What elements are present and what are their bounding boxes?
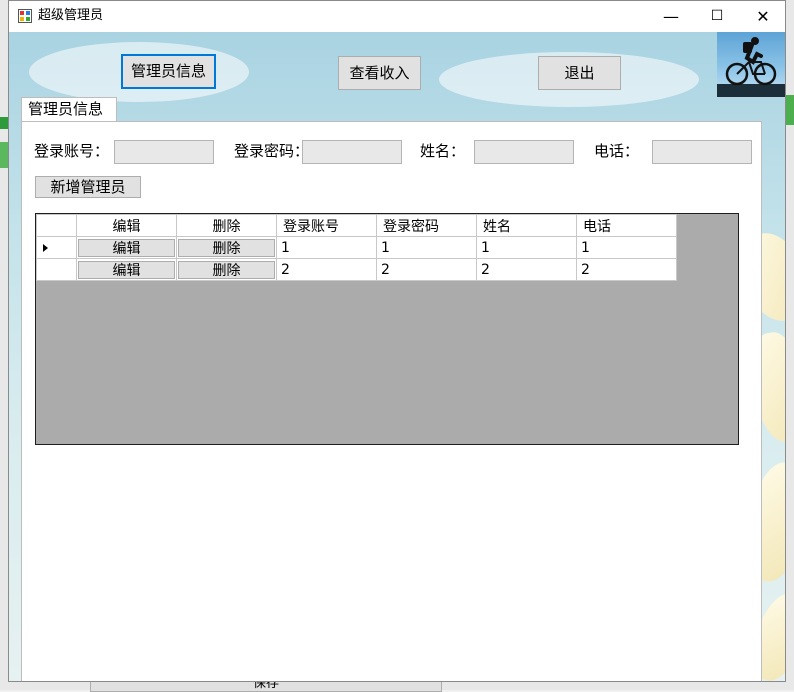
- current-row-arrow-icon: [43, 244, 48, 252]
- cyclist-icon: [717, 37, 785, 97]
- column-header-phone[interactable]: 电话: [576, 214, 677, 237]
- cyclist-logo: [717, 32, 785, 97]
- phone-cell[interactable]: 1: [576, 236, 677, 259]
- edit-row-button[interactable]: 编辑: [78, 238, 175, 257]
- login-account-cell[interactable]: 1: [276, 236, 377, 259]
- window-title: 超级管理员: [38, 8, 104, 23]
- grid-corner-header: [36, 214, 77, 237]
- login-account-cell[interactable]: 2: [276, 258, 377, 281]
- login-account-label: 登录账号：: [34, 142, 110, 160]
- login-password-cell[interactable]: 1: [376, 236, 477, 259]
- tab-panel-admin-info: 登录账号： 登录密码： 姓名： 电话： 新增管理员 编辑 删除 登录账号 登录密…: [21, 121, 762, 681]
- exit-button[interactable]: 退出: [538, 56, 621, 90]
- delete-row-button[interactable]: 删除: [178, 238, 275, 257]
- login-password-field[interactable]: [302, 140, 402, 164]
- name-cell[interactable]: 1: [476, 236, 577, 259]
- phone-field[interactable]: [652, 140, 752, 164]
- tab-admin-info[interactable]: 管理员信息: [21, 97, 117, 122]
- phone-label: 电话：: [594, 142, 640, 160]
- delete-cell[interactable]: 删除: [176, 236, 277, 259]
- row-header[interactable]: [36, 258, 77, 281]
- grid-header-row: 编辑 删除 登录账号 登录密码 姓名 电话: [36, 214, 677, 237]
- delete-row-button[interactable]: 删除: [178, 260, 275, 279]
- name-label: 姓名：: [420, 142, 466, 160]
- app-icon: [18, 9, 32, 23]
- edit-row-button[interactable]: 编辑: [78, 260, 175, 279]
- name-field[interactable]: [474, 140, 574, 164]
- login-password-label: 登录密码：: [234, 142, 310, 160]
- column-header-name[interactable]: 姓名: [476, 214, 577, 237]
- name-cell[interactable]: 2: [476, 258, 577, 281]
- delete-cell[interactable]: 删除: [176, 258, 277, 281]
- background-accent: [786, 95, 794, 125]
- row-header-current[interactable]: [36, 236, 77, 259]
- main-window: 超级管理员 — ☐ ✕ 管理员信息 查看收入 退出 管理员信息 登录账号： 登录…: [8, 0, 786, 682]
- column-header-login-account[interactable]: 登录账号: [276, 214, 377, 237]
- maximize-button[interactable]: ☐: [694, 1, 740, 32]
- admin-data-grid: 编辑 删除 登录账号 登录密码 姓名 电话 编辑 删除 1 1 1 1 编辑 删…: [35, 213, 739, 445]
- admin-info-button[interactable]: 管理员信息: [121, 54, 216, 89]
- minimize-button[interactable]: —: [648, 1, 694, 32]
- close-button[interactable]: ✕: [740, 1, 785, 32]
- login-account-field[interactable]: [114, 140, 214, 164]
- column-header-edit[interactable]: 编辑: [76, 214, 177, 237]
- column-header-login-password[interactable]: 登录密码: [376, 214, 477, 237]
- table-row[interactable]: 编辑 删除 2 2 2 2: [36, 258, 677, 281]
- client-area: 管理员信息 查看收入 退出 管理员信息 登录账号： 登录密码： 姓名： 电话：: [9, 32, 785, 681]
- phone-cell[interactable]: 2: [576, 258, 677, 281]
- edit-cell[interactable]: 编辑: [76, 258, 177, 281]
- login-password-cell[interactable]: 2: [376, 258, 477, 281]
- table-row[interactable]: 编辑 删除 1 1 1 1: [36, 236, 677, 259]
- edit-cell[interactable]: 编辑: [76, 236, 177, 259]
- column-header-delete[interactable]: 删除: [176, 214, 277, 237]
- title-bar: 超级管理员 — ☐ ✕: [9, 1, 785, 32]
- add-admin-button[interactable]: 新增管理员: [35, 176, 141, 198]
- view-income-button[interactable]: 查看收入: [338, 56, 421, 90]
